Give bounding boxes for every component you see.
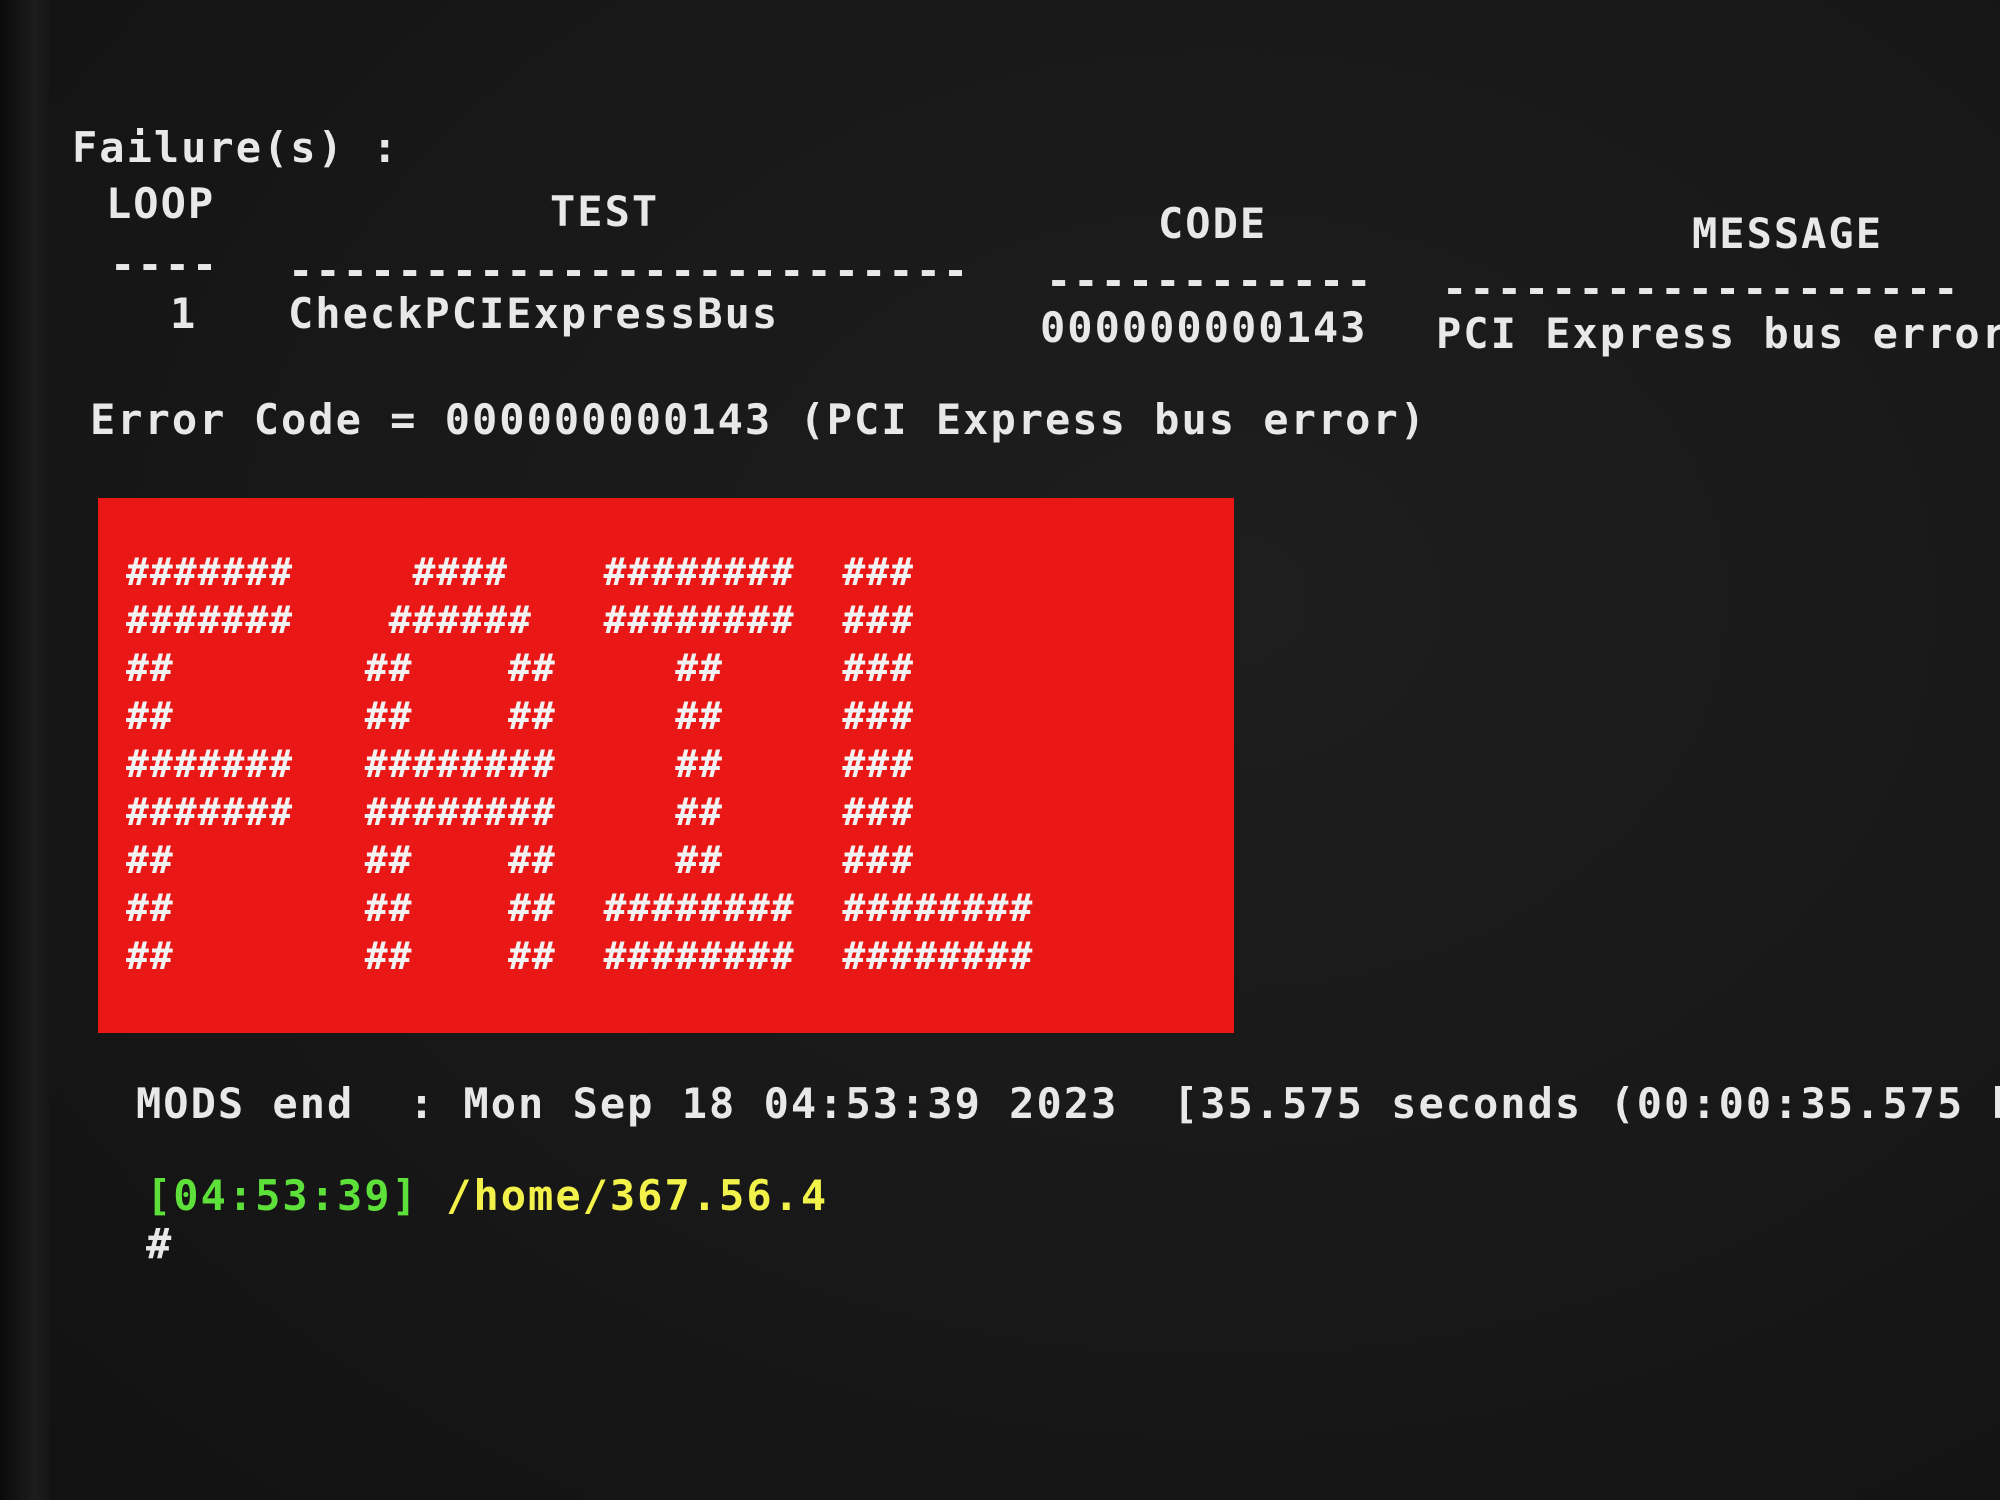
separator-code: ------------ bbox=[1046, 256, 1374, 305]
mods-end-line: MODS end : Mon Sep 18 04:53:39 2023 [35.… bbox=[136, 1079, 2000, 1128]
column-header-test: TEST bbox=[550, 187, 660, 236]
prompt-cursor[interactable]: # bbox=[146, 1220, 173, 1268]
column-header-loop: LOOP bbox=[106, 179, 216, 228]
prompt-path: /home/367.56.4 bbox=[446, 1171, 829, 1220]
separator-loop: ---- bbox=[110, 240, 220, 289]
monitor-bezel bbox=[0, 0, 50, 1500]
failures-heading: Failure(s) : bbox=[72, 123, 400, 172]
terminal-screen: Failure(s) : LOOP TEST CODE MESSAGE ----… bbox=[50, 0, 2000, 1500]
separator-message: ------------------- bbox=[1442, 264, 1961, 313]
table-cell-code: 000000000143 bbox=[1040, 303, 1368, 352]
shell-prompt: [04:53:39] /home/367.56.4 bbox=[146, 1172, 828, 1220]
prompt-time: [04:53:39] bbox=[146, 1171, 419, 1220]
table-cell-loop: 1 bbox=[170, 289, 198, 338]
table-cell-message: PCI Express bus error bbox=[1436, 309, 2000, 358]
table-cell-test: CheckPCIExpressBus bbox=[288, 289, 780, 338]
column-header-message: MESSAGE bbox=[1692, 209, 1884, 258]
column-header-code: CODE bbox=[1158, 199, 1268, 248]
fail-banner: ####### #### ######## ### ####### ######… bbox=[98, 498, 1234, 1033]
fail-ascii-art: ####### #### ######## ### ####### ######… bbox=[126, 550, 1034, 978]
error-code-line: Error Code = 000000000143 (PCI Express b… bbox=[90, 395, 1428, 444]
separator-test: ------------------------- bbox=[288, 246, 971, 295]
